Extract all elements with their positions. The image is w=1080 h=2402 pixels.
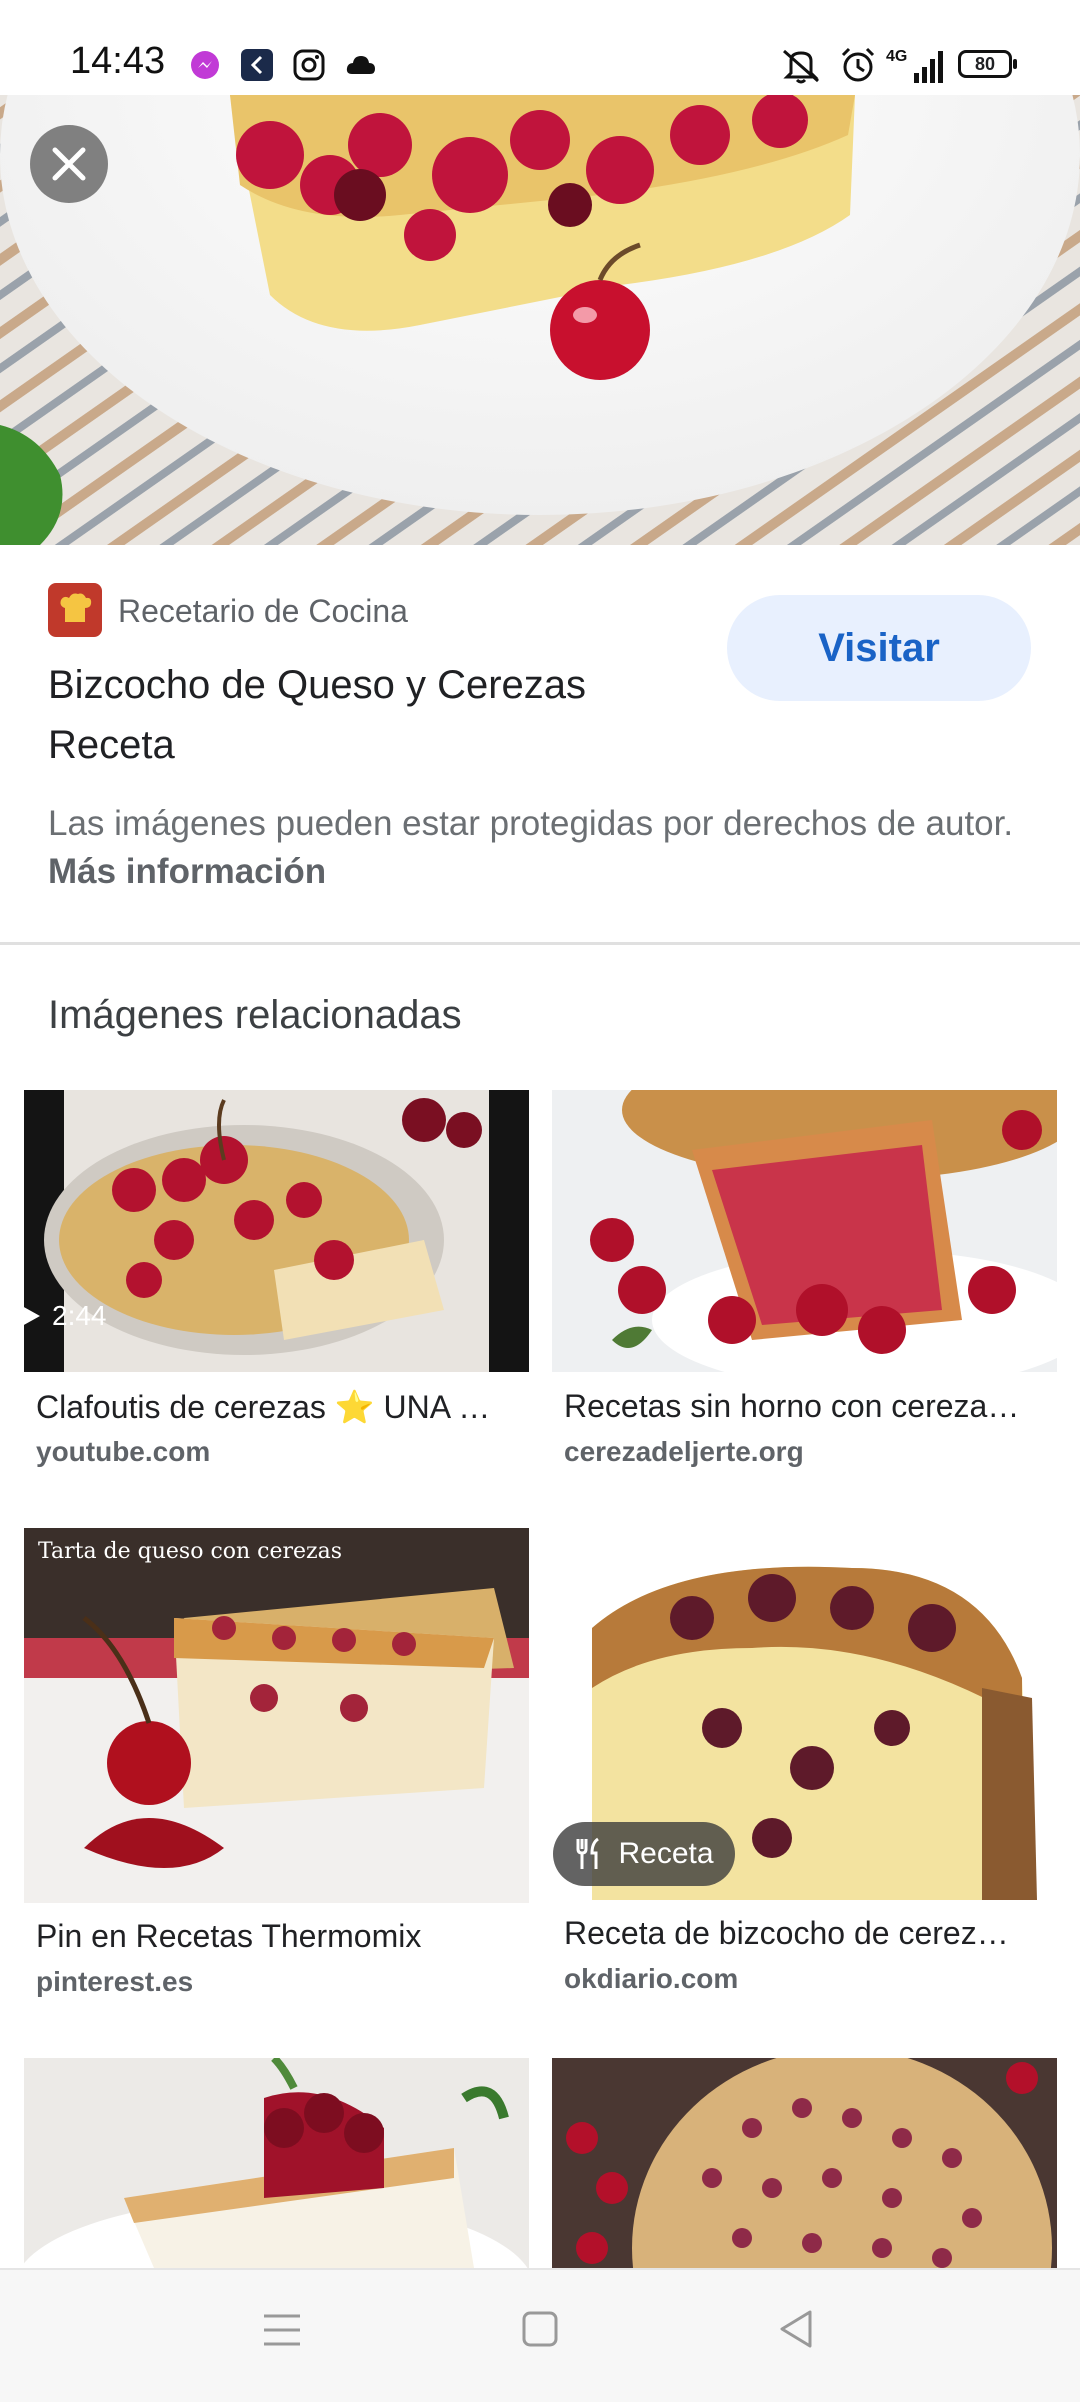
recipe-badge-label: Receta [618, 1837, 714, 1870]
status-time: 14:43 [70, 40, 166, 82]
menu-icon[interactable] [262, 2312, 302, 2348]
source-name[interactable]: Recetario de Cocina [118, 593, 408, 630]
related-title-4[interactable]: Receta de bizcocho de cerez… [564, 1915, 1054, 1952]
visit-button[interactable]: Visitar [727, 595, 1031, 701]
related-image-3[interactable]: Tarta de queso con cerezas [24, 1528, 529, 1903]
mute-icon [783, 49, 819, 84]
video-duration: 2:44 [20, 1300, 107, 1332]
cloud-icon [346, 56, 375, 74]
related-title-1[interactable]: Clafoutis de cerezas ⭐ UNA … [36, 1388, 526, 1426]
duration-text: 2:44 [52, 1300, 107, 1331]
fork-knife-icon [576, 1837, 600, 1869]
divider [0, 942, 1080, 945]
related-image-2[interactable] [552, 1090, 1057, 1372]
related-title-3[interactable]: Pin en Recetas Thermomix [36, 1918, 526, 1955]
battery-icon: 80 [958, 50, 1017, 78]
close-button[interactable] [30, 125, 108, 203]
related-source-2[interactable]: cerezadeljerte.org [564, 1436, 804, 1468]
more-info-link[interactable]: Más información [48, 852, 326, 891]
source-logo [48, 583, 102, 637]
related-source-3[interactable]: pinterest.es [36, 1966, 193, 1998]
home-square-icon[interactable] [521, 2310, 559, 2348]
related-title-2[interactable]: Recetas sin horno con cereza… [564, 1388, 1054, 1425]
signal-4g-icon: 4G [886, 48, 943, 83]
copyright-text: Las imágenes pueden estar protegidas por… [48, 804, 1014, 843]
related-source-4[interactable]: okdiario.com [564, 1963, 738, 1995]
status-bar: 14:43 4G 80 [0, 0, 1080, 95]
back-triangle-icon[interactable] [776, 2308, 816, 2350]
close-icon[interactable] [49, 144, 89, 184]
result-title[interactable]: Bizcocho de Queso y Cerezas Receta [48, 655, 668, 775]
navigation-bar [0, 2268, 1080, 2402]
alarm-icon [841, 47, 875, 82]
messenger-icon [191, 51, 219, 79]
cherry-cheesecake-image[interactable] [0, 95, 1080, 545]
recipe-badge: Receta [553, 1822, 735, 1886]
play-icon [22, 1306, 40, 1326]
related-image-6[interactable] [552, 2058, 1057, 2268]
chef-hat-icon [60, 593, 92, 622]
copyright-notice: Las imágenes pueden estar protegidas por… [48, 800, 1038, 896]
app-k-icon [241, 49, 273, 81]
svg-text:4G: 4G [886, 48, 907, 65]
instagram-icon [293, 49, 325, 81]
image-overlay-text: Tarta de queso con cerezas [38, 1539, 342, 1564]
related-image-5[interactable] [24, 2058, 529, 2268]
related-source-1[interactable]: youtube.com [36, 1436, 210, 1468]
related-images-heading: Imágenes relacionadas [48, 993, 462, 1037]
